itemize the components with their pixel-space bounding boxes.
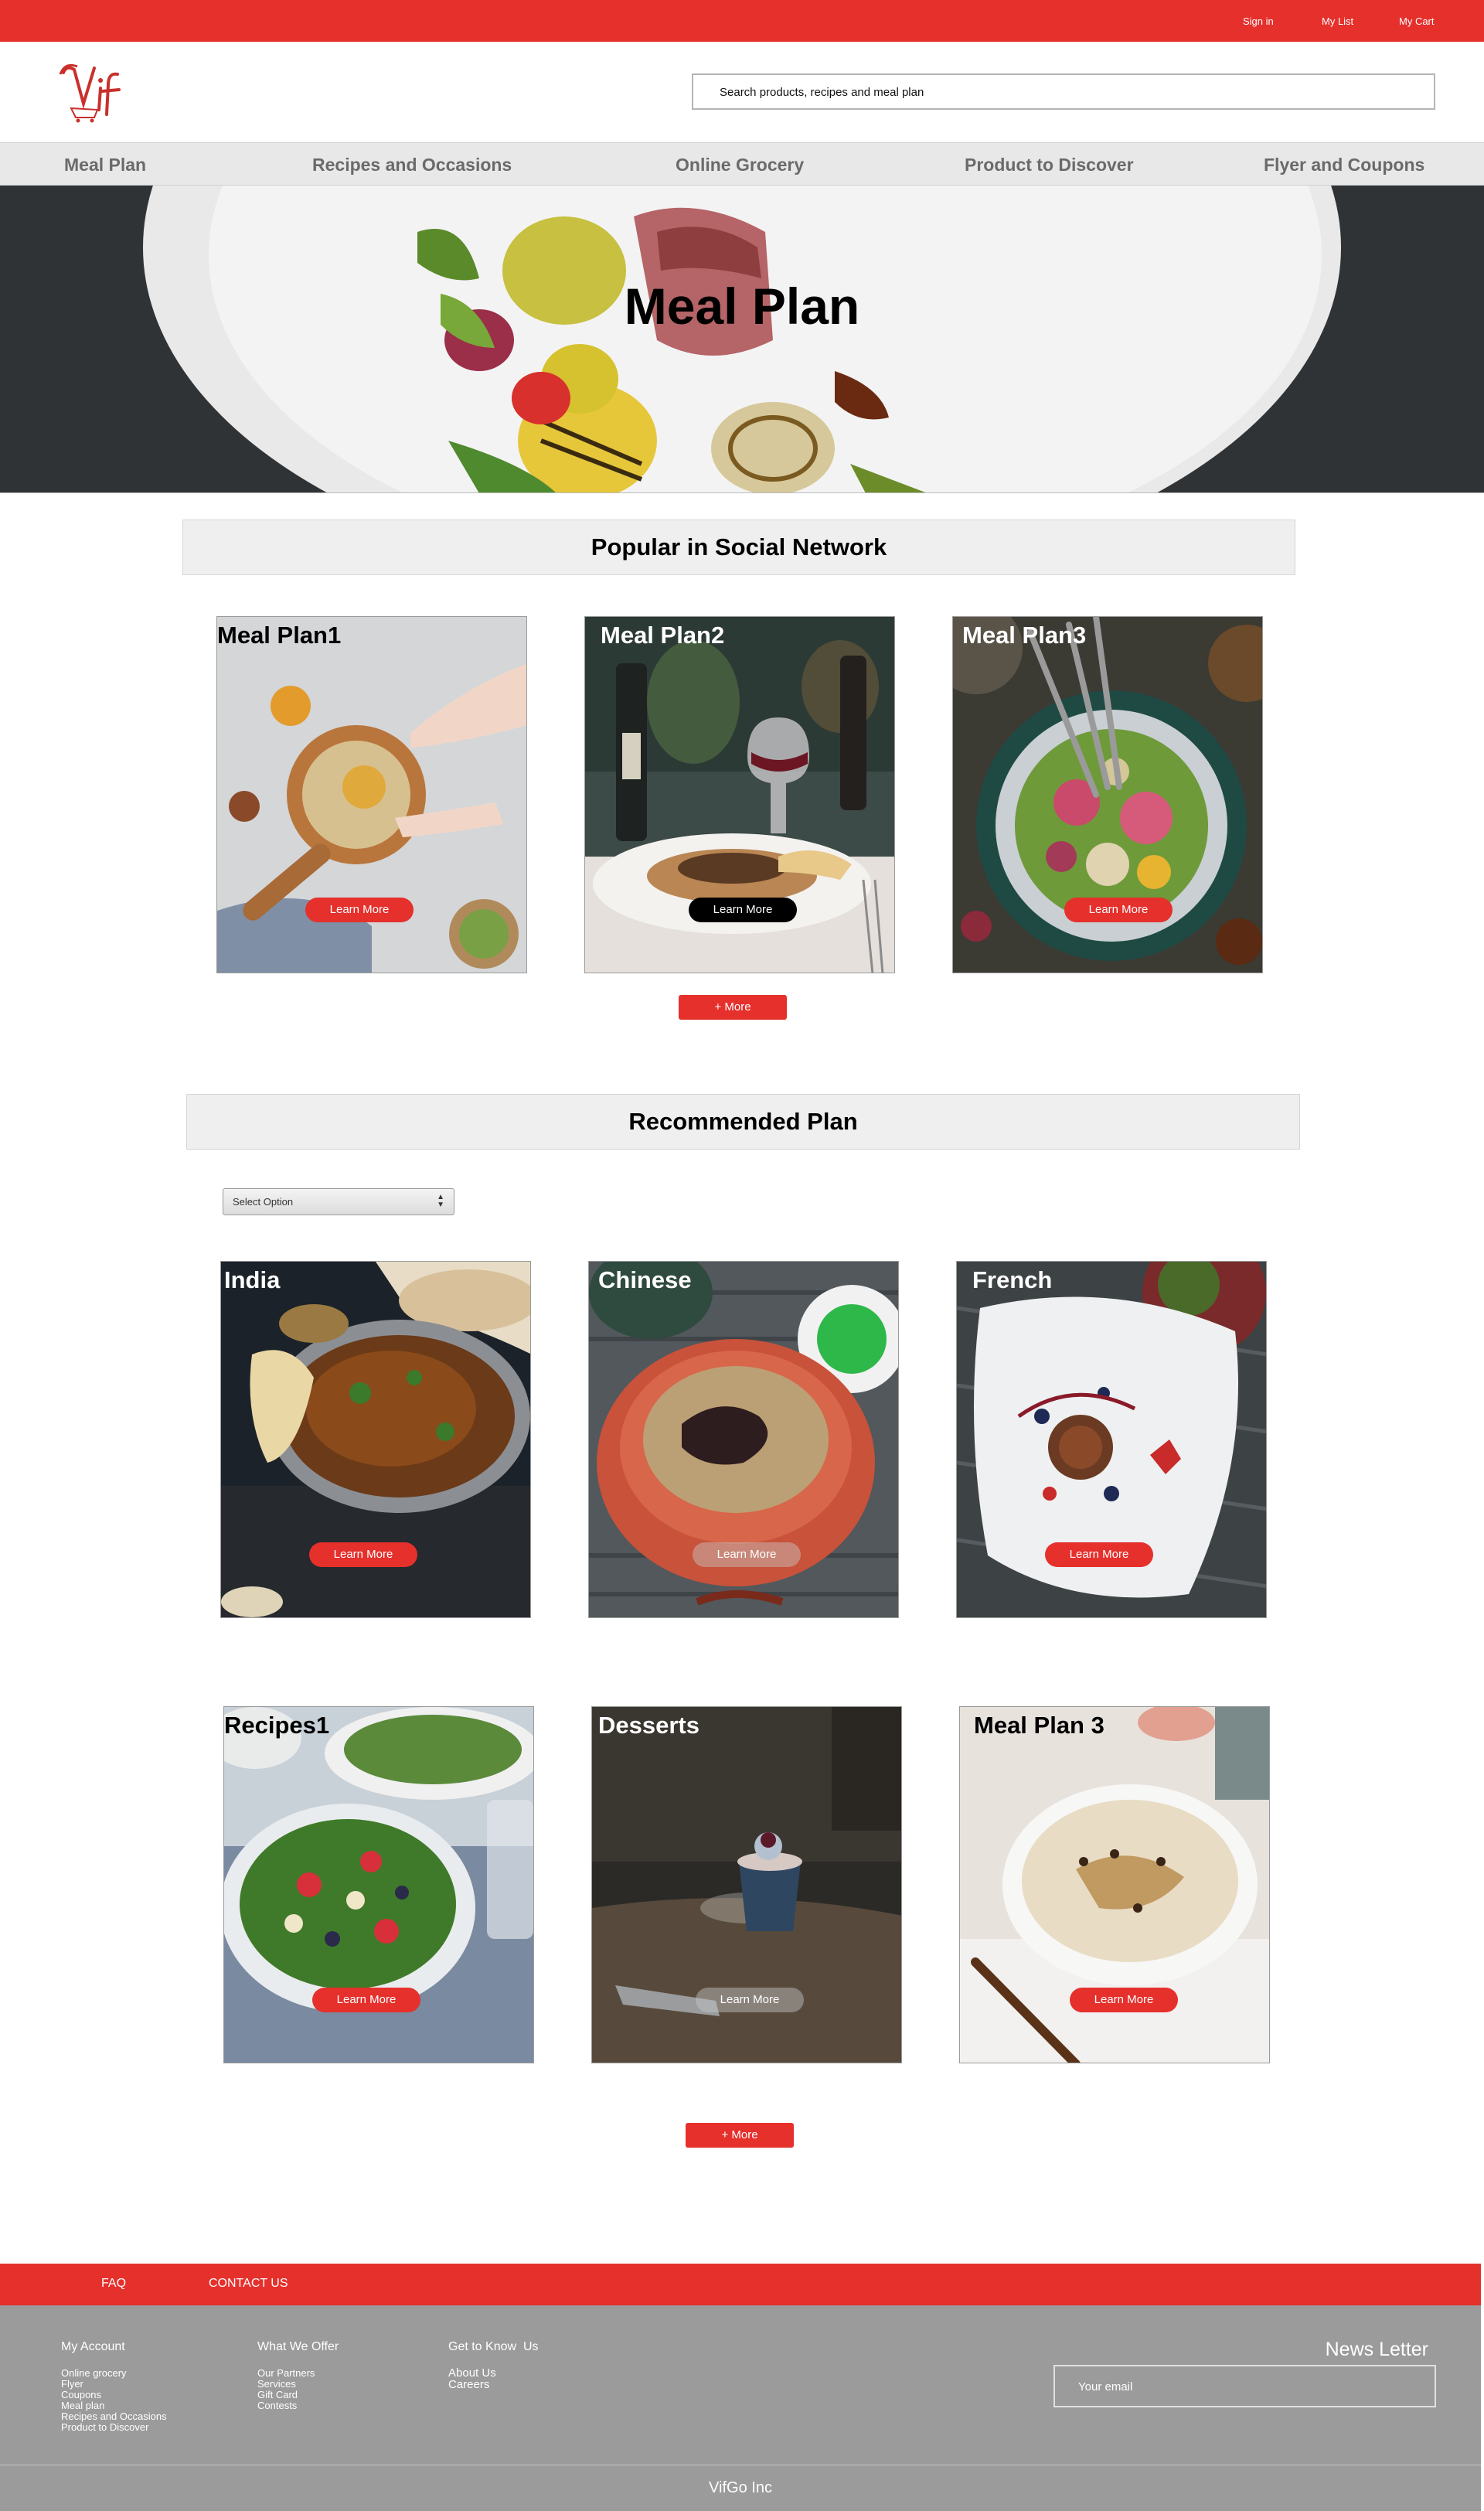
footer-link-contests[interactable]: Contests xyxy=(257,2400,297,2411)
select-arrows-icon: ▲ ▼ xyxy=(437,1193,444,1209)
hero-banner: Meal Plan xyxy=(0,186,1484,493)
card-title: Meal Plan2 xyxy=(601,622,725,649)
popular-card-2[interactable]: Meal Plan2 Learn More xyxy=(584,616,895,973)
footer-link-partners[interactable]: Our Partners xyxy=(257,2368,315,2379)
learn-more-button[interactable]: Learn More xyxy=(1070,1988,1178,2012)
nav-recipes-occasions[interactable]: Recipes and Occasions xyxy=(312,155,512,175)
footer-link-about-us[interactable]: About Us xyxy=(448,2367,496,2379)
learn-more-button[interactable]: Learn More xyxy=(689,898,797,922)
footer-col-title: Get to Know Us xyxy=(448,2340,539,2353)
contact-us-link[interactable]: CONTACT US xyxy=(209,2277,288,2291)
search-placeholder: Search products, recipes and meal plan xyxy=(720,86,924,99)
main-nav: Meal Plan Recipes and Occasions Online G… xyxy=(0,142,1484,186)
popular-card-3[interactable]: Meal Plan3 Learn More xyxy=(952,616,1263,973)
recommended-card-recipes1[interactable]: Recipes1 Learn More xyxy=(223,1706,534,2063)
card-title: Desserts xyxy=(598,1712,699,1739)
brand-logo[interactable] xyxy=(57,59,127,128)
recommended-section-header: Recommended Plan xyxy=(186,1094,1300,1150)
search-input[interactable]: Search products, recipes and meal plan xyxy=(692,73,1435,110)
nav-flyer-coupons[interactable]: Flyer and Coupons xyxy=(1264,155,1424,175)
nav-meal-plan[interactable]: Meal Plan xyxy=(64,155,146,175)
top-utility-bar: Sign in My List My Cart xyxy=(0,0,1484,42)
card-title: Recipes1 xyxy=(224,1712,330,1739)
popular-section-header: Popular in Social Network xyxy=(182,520,1295,575)
footer-link-coupons[interactable]: Coupons xyxy=(61,2390,101,2400)
footer-link-flyer[interactable]: Flyer xyxy=(61,2379,83,2390)
nav-online-grocery[interactable]: Online Grocery xyxy=(676,155,804,175)
recommended-card-french[interactable]: French Learn More xyxy=(956,1261,1267,1618)
footer-col-title: What We Offer xyxy=(257,2340,339,2353)
learn-more-button[interactable]: Learn More xyxy=(1045,1542,1153,1567)
footer-link-product-discover[interactable]: Product to Discover xyxy=(61,2422,148,2433)
site-footer: My Account Online grocery Flyer Coupons … xyxy=(0,2305,1481,2511)
card-title: French xyxy=(972,1266,1053,1293)
footer-col-title: My Account xyxy=(61,2340,125,2353)
footer-link-meal-plan[interactable]: Meal plan xyxy=(61,2400,104,2411)
learn-more-button[interactable]: Learn More xyxy=(312,1988,420,2012)
card-title: Meal Plan3 xyxy=(962,622,1087,649)
learn-more-button[interactable]: Learn More xyxy=(305,898,414,922)
sign-in-link[interactable]: Sign in xyxy=(1243,15,1274,27)
copyright-text: VifGo Inc xyxy=(709,2479,772,2496)
card-title: Meal Plan 3 xyxy=(974,1712,1104,1739)
footer-link-careers[interactable]: Careers xyxy=(448,2379,489,2390)
footer-link-services[interactable]: Services xyxy=(257,2379,296,2390)
email-placeholder: Your email xyxy=(1078,2380,1133,2393)
faq-link[interactable]: FAQ xyxy=(101,2277,126,2291)
popular-heading: Popular in Social Network xyxy=(591,533,887,560)
learn-more-button[interactable]: Learn More xyxy=(693,1542,801,1567)
footer-link-bar: FAQ CONTACT US xyxy=(0,2264,1481,2305)
footer-link-online-grocery[interactable]: Online grocery xyxy=(61,2368,127,2379)
popular-more-button[interactable]: + More xyxy=(679,995,787,1020)
learn-more-button[interactable]: Learn More xyxy=(1064,898,1173,922)
nav-product-discover[interactable]: Product to Discover xyxy=(965,155,1134,175)
recommended-card-meal-plan-3[interactable]: Meal Plan 3 Learn More xyxy=(959,1706,1270,2063)
newsletter-title: News Letter xyxy=(1325,2339,1428,2360)
card-title: India xyxy=(224,1266,281,1293)
hero-title: Meal Plan xyxy=(624,278,860,335)
recommended-more-button[interactable]: + More xyxy=(686,2123,794,2148)
site-header: Search products, recipes and meal plan xyxy=(0,42,1484,142)
plan-filter-select[interactable]: Select Option ▲ ▼ xyxy=(223,1188,454,1215)
footer-link-recipes-occasions[interactable]: Recipes and Occasions xyxy=(61,2411,167,2422)
hero-food-image xyxy=(0,186,1484,492)
learn-more-button[interactable]: Learn More xyxy=(696,1988,804,2012)
my-list-link[interactable]: My List xyxy=(1322,15,1353,27)
recommended-card-desserts[interactable]: Desserts Learn More xyxy=(591,1706,902,2063)
my-cart-link[interactable]: My Cart xyxy=(1399,15,1435,27)
recommended-card-chinese[interactable]: Chinese Learn More xyxy=(588,1261,899,1618)
recommended-heading: Recommended Plan xyxy=(628,1108,858,1135)
recommended-card-india[interactable]: India Learn More xyxy=(220,1261,531,1618)
card-title: Chinese xyxy=(598,1266,692,1293)
learn-more-button[interactable]: Learn More xyxy=(309,1542,417,1567)
popular-card-1[interactable]: Meal Plan1 Learn More xyxy=(216,616,527,973)
card-title: Meal Plan1 xyxy=(217,622,342,649)
select-label: Select Option xyxy=(233,1196,294,1208)
footer-link-gift-card[interactable]: Gift Card xyxy=(257,2390,298,2400)
newsletter-email-input[interactable]: Your email xyxy=(1053,2365,1436,2407)
